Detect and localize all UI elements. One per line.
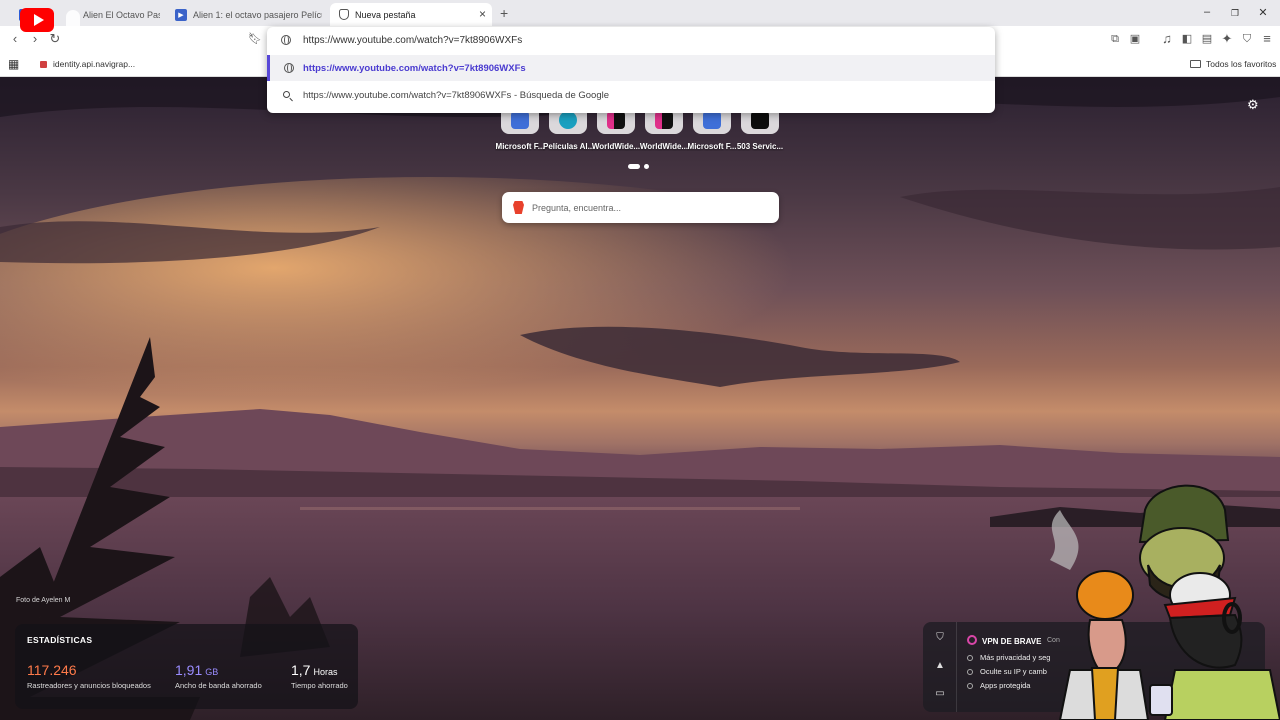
site-icon <box>559 111 577 129</box>
stats-widget: ESTADÍSTICAS 117.246 Rastreadores y anun… <box>15 624 358 709</box>
stat-value: 1,91 <box>175 662 203 678</box>
top-sites-pager <box>628 164 649 169</box>
stat-time: 1,7 Horas Tiempo ahorrado <box>291 662 348 690</box>
forward-icon[interactable]: › <box>28 32 42 46</box>
folder-icon <box>1190 60 1201 68</box>
stats-title: ESTADÍSTICAS <box>27 635 93 645</box>
suggestion-url[interactable]: https://www.youtube.com/watch?v=7kt8906W… <box>267 55 995 81</box>
site-icon <box>751 111 769 129</box>
close-icon[interactable]: ✕ <box>1256 6 1270 19</box>
stat-value: 1,7 <box>291 662 311 678</box>
menu-icon[interactable]: ≡ <box>1260 32 1274 46</box>
top-site-label[interactable]: Microsoft F... <box>495 142 545 151</box>
search-icon <box>283 91 290 98</box>
address-bar-dropdown: https://www.youtube.com/watch?v=7kt8906W… <box>267 27 995 113</box>
suggestion-text: https://www.youtube.com/watch?v=7kt8906W… <box>303 62 526 74</box>
wallet-icon[interactable]: ▣ <box>1128 32 1142 46</box>
vpn-logo-icon <box>967 635 977 645</box>
suggestion-text: https://www.youtube.com/watch?v=7kt8906W… <box>303 89 610 101</box>
stat-bandwidth: 1,91 GB Ancho de banda ahorrado <box>175 662 262 690</box>
youtube-logo <box>20 8 54 32</box>
gear-icon[interactable]: ⚙︎ <box>1247 98 1260 111</box>
stat-label: Tiempo ahorrado <box>291 681 348 690</box>
plus-icon[interactable]: + <box>500 5 508 21</box>
shield-icon <box>339 9 349 20</box>
all-bookmarks-label: Todos los favoritos <box>1206 59 1277 69</box>
stat-value: 117.246 <box>27 662 77 678</box>
overlay-pill <box>66 10 80 36</box>
vpn-feature: Apps protegida <box>967 681 1030 690</box>
tab-title: Nueva pestaña <box>355 9 416 20</box>
check-icon <box>967 654 973 661</box>
top-site-label[interactable]: WorldWide... <box>639 142 689 151</box>
ntp-search-box[interactable] <box>502 192 779 223</box>
stat-unit: GB <box>205 667 219 677</box>
bookmark-favicon-icon <box>40 60 47 68</box>
bookmark-item[interactable]: identity.api.navigrap... <box>40 59 135 69</box>
vscode-icon <box>703 111 721 129</box>
tab-strip: Alien El Octavo Pasajero (19 ▶ Alien 1: … <box>0 0 1280 26</box>
address-input[interactable] <box>303 32 903 48</box>
address-bar[interactable] <box>267 27 995 53</box>
photo-credit[interactable]: Foto de Ayelen M <box>16 597 70 604</box>
streamer-avatar-overlay <box>1030 470 1280 720</box>
top-site-label[interactable]: WorldWide... <box>591 142 641 151</box>
globe-icon <box>281 35 291 45</box>
pager-dot-active[interactable] <box>628 164 640 169</box>
sidebar-icon[interactable]: ◧ <box>1180 32 1194 46</box>
bookmark-label: identity.api.navigrap... <box>53 59 136 69</box>
play-icon: ▶ <box>175 8 187 21</box>
brave-logo-icon <box>513 201 524 214</box>
top-site-label[interactable]: Películas Al... <box>543 142 593 151</box>
shield-icon[interactable]: ⛉ <box>935 633 945 643</box>
leo-ai-icon[interactable]: ✦ <box>1220 32 1234 46</box>
site-icon <box>607 111 625 129</box>
reload-icon[interactable]: ↻ <box>48 32 62 46</box>
check-icon <box>967 668 973 675</box>
vscode-icon <box>511 111 529 129</box>
apps-grid-icon[interactable]: ▦ <box>8 57 19 71</box>
minimize-icon[interactable]: – <box>1200 6 1214 18</box>
check-icon <box>967 682 973 689</box>
top-site-label[interactable]: 503 Servic... <box>735 142 785 151</box>
stat-unit: Horas <box>313 667 338 677</box>
bookmark-icon[interactable]: 🔖︎ <box>248 32 262 46</box>
vpn-feature-text: Apps protegida <box>980 681 1031 690</box>
globe-icon <box>284 63 294 73</box>
tab-nueva-pestana[interactable]: Nueva pestaña × <box>330 3 492 26</box>
all-bookmarks-button[interactable]: Todos los favoritos <box>1190 59 1276 69</box>
widget-switcher: ⛉ ▲ ▭ <box>923 622 957 712</box>
site-icon <box>655 111 673 129</box>
back-icon[interactable]: ‹ <box>8 32 22 46</box>
triangle-icon[interactable]: ▲ <box>935 661 945 671</box>
pager-dot[interactable] <box>644 164 649 169</box>
vpn-shield-icon[interactable]: ⛉ <box>1240 32 1254 46</box>
extensions-icon[interactable]: ⧉ <box>1108 32 1122 46</box>
close-tab-icon[interactable]: × <box>479 7 486 21</box>
tab-title: Alien 1: el octavo pasajero Película S <box>193 9 322 20</box>
screen-icon[interactable]: ▭ <box>935 689 945 699</box>
music-icon[interactable]: ♫ <box>1160 32 1174 46</box>
top-site-label[interactable]: Microsoft F... <box>687 142 737 151</box>
tab-alien-pelicula[interactable]: ▶ Alien 1: el octavo pasajero Película S <box>166 3 322 26</box>
ntp-search-input[interactable] <box>532 200 762 215</box>
stat-label: Ancho de banda ahorrado <box>175 681 262 690</box>
tab-title: Alien El Octavo Pasajero (19 <box>83 9 160 20</box>
maximize-icon[interactable]: ❐ <box>1228 8 1242 19</box>
wallet-card-icon[interactable]: ▤ <box>1200 32 1214 46</box>
suggestion-search[interactable]: https://www.youtube.com/watch?v=7kt8906W… <box>267 82 995 108</box>
stat-trackers: 117.246 Rastreadores y anuncios bloquead… <box>27 662 151 690</box>
stat-label: Rastreadores y anuncios bloqueados <box>27 681 151 690</box>
